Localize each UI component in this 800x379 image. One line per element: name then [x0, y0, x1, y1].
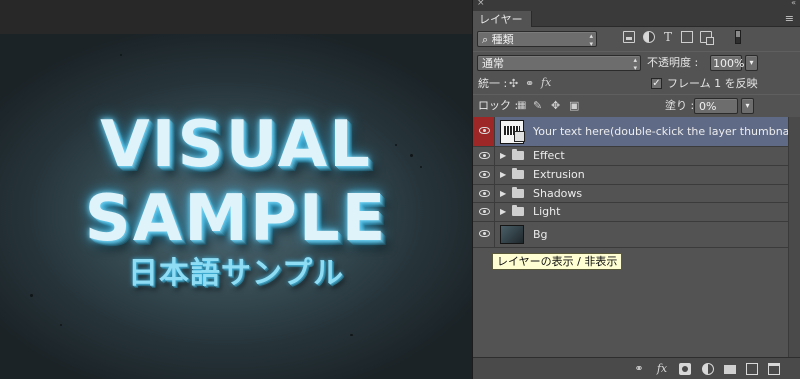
canvas-title-line-2: SAMPLE — [84, 182, 388, 256]
panel-bottom-bar: ⚭ fx — [473, 357, 800, 379]
chevron-updown-icon: ▴ ▾ — [589, 32, 593, 48]
visibility-toggle[interactable] — [473, 165, 495, 184]
layer-row-shadows[interactable]: ▶ Shadows — [473, 184, 789, 204]
search-icon: ⌕ — [482, 33, 489, 46]
lock-label: ロック : — [478, 99, 519, 112]
panel-menu-icon[interactable]: ≡ — [785, 11, 794, 26]
trash-icon[interactable] — [768, 363, 780, 375]
expand-arrow-icon[interactable]: ▶ — [500, 169, 506, 181]
layer-name[interactable]: Your text here(double-ckick the layer th… — [533, 125, 800, 139]
fill-field[interactable]: 0% — [694, 98, 738, 114]
link-icon[interactable]: ⚭ — [633, 363, 645, 375]
texture-speck — [30, 294, 33, 297]
propagate-frame-checkbox[interactable]: ✓ — [651, 78, 662, 89]
opacity-field[interactable]: 100% — [710, 55, 744, 71]
filter-shape-icon[interactable] — [681, 31, 693, 43]
layer-name[interactable]: Light — [533, 205, 560, 219]
blend-mode-value: 通常 — [482, 57, 504, 70]
texture-speck — [350, 334, 353, 336]
layer-name[interactable]: Bg — [533, 228, 548, 242]
opacity-slider-button[interactable]: ▾ — [745, 55, 758, 71]
fx-icon[interactable]: fx — [656, 363, 668, 375]
filter-image-icon[interactable] — [623, 31, 635, 43]
layer-row-light[interactable]: ▶ Light — [473, 203, 789, 223]
filter-row: ⌕ 種類 ▴ ▾ T — [473, 27, 800, 51]
eye-icon — [479, 230, 490, 238]
blend-mode-select[interactable]: 通常 ▴ ▾ — [477, 55, 641, 72]
canvas-title-line-1: VISUAL — [100, 108, 372, 182]
lock-move-icon[interactable]: ✥ — [551, 99, 560, 113]
layer-filter-kind-select[interactable]: ⌕ 種類 ▴ ▾ — [477, 31, 597, 48]
chevron-updown-icon: ▴ ▾ — [633, 56, 637, 72]
layer-thumbnail[interactable] — [500, 225, 524, 245]
layer-name[interactable]: Extrusion — [533, 168, 585, 182]
document-canvas[interactable]: VISUAL SAMPLE 日本語サンプル — [0, 34, 472, 379]
unify-position-icon[interactable]: ✣ — [509, 77, 518, 91]
unify-visibility-icon[interactable]: ⚭ — [525, 77, 534, 91]
folder-icon — [512, 186, 524, 198]
filter-adjustment-icon[interactable] — [643, 31, 655, 43]
fill-label: 塗り : — [665, 99, 695, 112]
opacity-label: 不透明度 : — [647, 56, 699, 69]
document-canvas-area: VISUAL SAMPLE 日本語サンプル — [0, 0, 472, 379]
filter-toggle-switch[interactable] — [735, 30, 741, 44]
eye-icon — [479, 170, 490, 178]
layer-row-text[interactable]: Your text here(double-ckick the layer th… — [473, 117, 800, 147]
layers-panel: × « レイヤー ≡ ⌕ 種類 ▴ ▾ T 通常 ▴ ▾ 不透明度 : 100% ▾… — [472, 0, 800, 379]
mask-icon[interactable] — [679, 363, 691, 375]
layer-row-extrusion[interactable]: ▶ Extrusion — [473, 165, 789, 185]
texture-speck — [120, 54, 122, 56]
fill-slider-button[interactable]: ▾ — [741, 98, 754, 114]
visibility-toggle[interactable] — [473, 203, 495, 222]
layer-name[interactable]: Shadows — [533, 187, 582, 201]
tab-layers[interactable]: レイヤー — [473, 11, 532, 27]
filter-type-icon[interactable]: T — [662, 31, 674, 43]
lock-transparent-icon[interactable]: ▦ — [517, 99, 526, 113]
filter-smart-object-icon[interactable] — [700, 31, 714, 45]
unify-style-icon[interactable]: fx — [541, 76, 551, 90]
visibility-toggle[interactable] — [473, 147, 495, 165]
folder-icon — [512, 149, 524, 160]
smart-object-badge-icon — [514, 131, 525, 142]
new-layer-icon[interactable] — [746, 363, 758, 375]
eye-icon — [479, 152, 490, 159]
panel-tab-bar: レイヤー ≡ — [473, 11, 800, 27]
group-icon[interactable] — [724, 365, 736, 374]
expand-arrow-icon[interactable]: ▶ — [500, 206, 506, 218]
layer-list-scrollbar[interactable] — [788, 117, 800, 357]
propagate-frame-label: フレーム 1 を反映 — [667, 77, 758, 90]
panel-top-strip: × « — [473, 0, 800, 11]
filter-kind-value: 種類 — [491, 33, 514, 46]
close-icon[interactable]: × — [477, 0, 485, 8]
visibility-toggle[interactable] — [473, 222, 495, 248]
lock-brush-icon[interactable]: ✎ — [533, 99, 542, 113]
layer-name[interactable]: Effect — [533, 149, 565, 163]
tooltip: レイヤーの表示 / 非表示 — [492, 253, 623, 270]
lock-row: ロック : ▦ ✎ ✥ ▣ 塗り : 0% ▾ — [473, 95, 800, 117]
layer-row-effect[interactable]: ▶ Effect — [473, 147, 789, 166]
unify-row: 統一 : ✣ ⚭ fx ✓ フレーム 1 を反映 — [473, 74, 800, 94]
adjustment-icon[interactable] — [702, 363, 714, 375]
texture-speck — [60, 324, 62, 326]
visibility-toggle[interactable] — [473, 117, 495, 146]
folder-icon — [512, 205, 524, 217]
folder-icon — [512, 167, 524, 179]
blend-row: 通常 ▴ ▾ 不透明度 : 100% ▾ — [473, 52, 800, 74]
lock-all-icon[interactable]: ▣ — [569, 99, 579, 113]
layer-list: Your text here(double-ckick the layer th… — [473, 117, 800, 357]
eye-icon — [479, 189, 490, 197]
eye-icon — [479, 127, 490, 134]
collapse-panel-icon[interactable]: « — [791, 0, 796, 7]
canvas-title-line-3: 日本語サンプル — [127, 256, 345, 291]
unify-label: 統一 : — [478, 77, 508, 90]
layer-row-bg[interactable]: Bg — [473, 222, 789, 249]
eye-icon — [479, 208, 490, 216]
expand-arrow-icon[interactable]: ▶ — [500, 188, 506, 200]
visibility-toggle[interactable] — [473, 184, 495, 203]
expand-arrow-icon[interactable]: ▶ — [500, 150, 506, 162]
